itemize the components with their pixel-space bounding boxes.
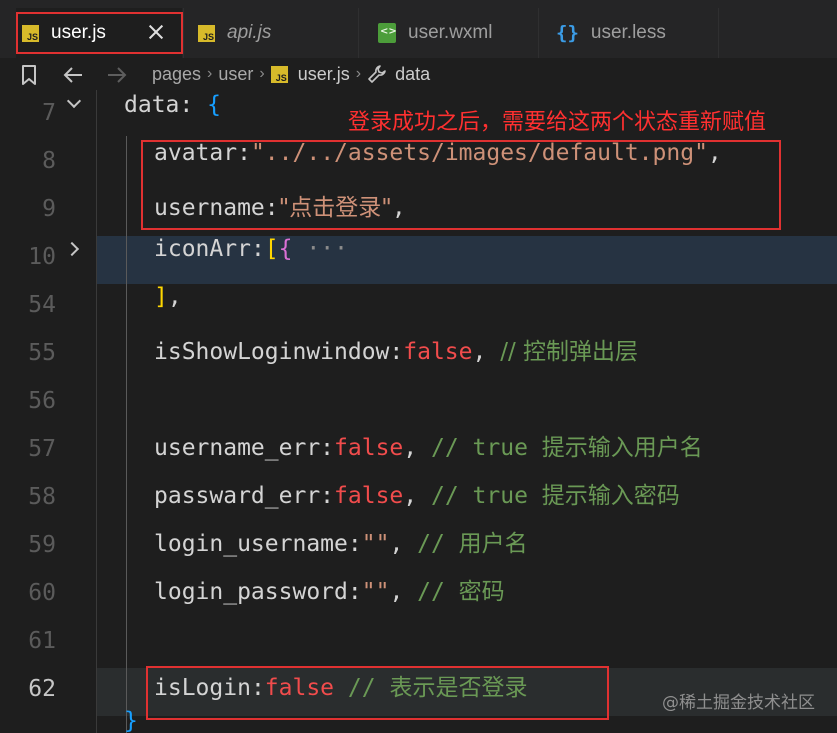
line-number: 9 bbox=[42, 196, 56, 222]
bookmark-icon[interactable] bbox=[20, 64, 38, 86]
code-comment: // true 提示输入密码 bbox=[430, 483, 680, 509]
arrow-left-icon[interactable] bbox=[62, 65, 84, 85]
tab-user-less[interactable]: {} user.less bbox=[556, 8, 718, 58]
tab-label: user.wxml bbox=[408, 22, 493, 43]
code-token: login_username bbox=[154, 531, 348, 557]
code-token: data bbox=[124, 92, 180, 118]
line-number-current: 62 bbox=[28, 676, 56, 702]
annotation-note: 登录成功之后，需要给这两个状态重新赋值 bbox=[348, 110, 767, 135]
chevron-right-icon[interactable] bbox=[67, 242, 81, 256]
watermark: @稀土掘金技术社区 bbox=[662, 693, 815, 713]
code-token: false bbox=[334, 435, 404, 461]
breadcrumb-item-file[interactable]: user.js bbox=[298, 64, 350, 85]
code-comment: // 控制弹出层 bbox=[500, 339, 639, 365]
tab-label: api.js bbox=[227, 22, 272, 43]
code-token: { bbox=[207, 92, 221, 118]
wxml-file-icon bbox=[378, 23, 397, 43]
code-token: false bbox=[403, 339, 473, 365]
line-number: 57 bbox=[28, 436, 56, 462]
code-line: isShowLoginwindow:false, // 控制弹出层 bbox=[154, 339, 639, 365]
indent-guide bbox=[96, 90, 97, 733]
tab-user-wxml[interactable]: user.wxml bbox=[378, 8, 538, 58]
code-token: ] bbox=[154, 284, 168, 310]
breadcrumb-item-symbol[interactable]: data bbox=[395, 64, 430, 85]
code-comment: // true 提示输入用户名 bbox=[430, 435, 703, 461]
braces-icon: {} bbox=[556, 22, 579, 44]
chevron-right-icon: › bbox=[207, 65, 213, 82]
breadcrumb-item-user[interactable]: user bbox=[218, 64, 253, 85]
code-token: passward_err bbox=[154, 483, 321, 509]
code-token: iconArr bbox=[154, 236, 251, 262]
code-token: "" bbox=[361, 531, 390, 557]
line-number: 58 bbox=[28, 484, 56, 510]
chevron-right-icon: › bbox=[355, 65, 362, 82]
highlight-box-active-tab bbox=[16, 12, 183, 54]
js-file-icon: JS bbox=[198, 24, 215, 42]
editor-tab-bar: JS user.js JS api.js user.wxml {} user.l… bbox=[0, 0, 837, 58]
chevron-down-icon[interactable] bbox=[67, 96, 81, 110]
code-token: username_err bbox=[154, 435, 321, 461]
code-token: false bbox=[334, 483, 404, 509]
line-number: 59 bbox=[28, 532, 56, 558]
highlight-box-user-state bbox=[141, 140, 781, 230]
code-token: { bbox=[278, 236, 293, 262]
code-line: ], bbox=[154, 284, 182, 310]
line-number: 61 bbox=[28, 628, 56, 654]
folded-ellipsis[interactable]: ··· bbox=[306, 236, 348, 262]
code-token: "" bbox=[361, 579, 390, 605]
line-number: 8 bbox=[42, 148, 56, 174]
js-file-icon: JS bbox=[270, 65, 288, 83]
arrow-right-icon[interactable] bbox=[106, 65, 128, 85]
code-token: isShowLoginwindow bbox=[154, 339, 390, 365]
highlight-box-is-login bbox=[146, 666, 609, 720]
code-line: username_err:false, // true 提示输入用户名 bbox=[154, 435, 703, 461]
code-line: passward_err:false, // true 提示输入密码 bbox=[154, 483, 680, 509]
line-number: 10 bbox=[28, 244, 56, 270]
line-number: 55 bbox=[28, 340, 56, 366]
line-number: 60 bbox=[28, 580, 56, 606]
wrench-icon bbox=[368, 65, 386, 83]
code-line: iconArr:[{ ··· bbox=[154, 236, 348, 262]
tab-api-js[interactable]: JS api.js bbox=[198, 8, 358, 58]
code-comment: // 密码 bbox=[417, 579, 505, 605]
code-line-partial: } bbox=[124, 708, 138, 733]
indent-guide-active bbox=[126, 136, 127, 733]
tab-divider bbox=[538, 8, 539, 58]
code-line: login_username:"", // 用户名 bbox=[154, 531, 528, 557]
breadcrumb-item-pages[interactable]: pages bbox=[152, 64, 201, 85]
breadcrumb-bar: pages › user › JS user.js › data bbox=[0, 58, 837, 90]
code-comment: // 用户名 bbox=[417, 531, 528, 557]
line-number: 54 bbox=[28, 292, 56, 318]
tab-label: user.less bbox=[590, 22, 666, 43]
code-token: [ bbox=[264, 236, 279, 262]
line-number: 7 bbox=[42, 100, 56, 126]
code-token: login_password bbox=[154, 579, 348, 605]
code-line: login_password:"", // 密码 bbox=[154, 579, 505, 605]
tab-divider bbox=[183, 8, 184, 58]
code-line: data: { bbox=[124, 92, 221, 140]
chevron-right-icon: › bbox=[259, 65, 265, 82]
code-token: : bbox=[179, 92, 208, 118]
breadcrumb: pages › user › JS user.js › data bbox=[152, 58, 430, 90]
tab-divider bbox=[718, 8, 719, 58]
line-number: 56 bbox=[28, 388, 56, 414]
tab-divider bbox=[358, 8, 359, 58]
code-editor[interactable]: 7 8 9 10 54 55 56 57 58 59 60 61 62 data… bbox=[0, 90, 837, 733]
